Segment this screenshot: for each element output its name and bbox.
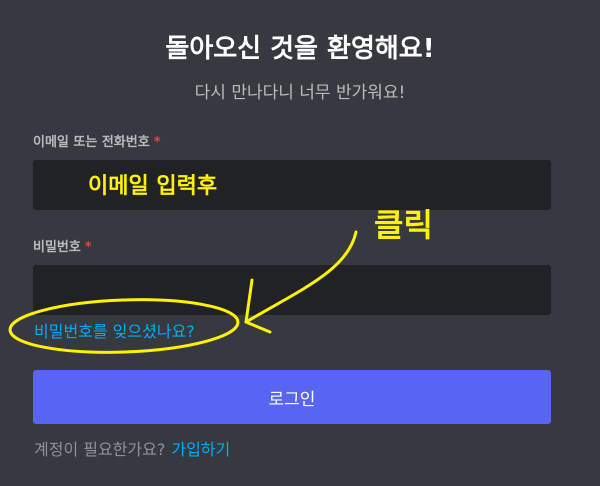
annotation-click-note: 클릭 xyxy=(374,206,433,244)
email-label: 이메일 또는 전화번호 * xyxy=(33,131,161,150)
email-label-text: 이메일 또는 전화번호 xyxy=(33,135,150,150)
register-prompt: 계정이 필요한가요? 가입하기 xyxy=(34,436,230,460)
required-mark: * xyxy=(153,135,161,150)
forgot-password-link[interactable]: 비밀번호를 잊으셨나요? xyxy=(34,318,195,342)
page-subtitle: 다시 만나다니 너무 반가워요! xyxy=(194,83,406,103)
register-prompt-text: 계정이 필요한가요? xyxy=(34,440,166,459)
required-mark: * xyxy=(84,240,92,255)
password-label-text: 비밀번호 xyxy=(33,240,81,255)
password-label: 비밀번호 * xyxy=(33,236,92,255)
password-input[interactable] xyxy=(33,265,551,315)
annotation-email-note: 이메일 입력후 xyxy=(88,174,218,199)
page-title: 돌아오신 것을 환영해요! xyxy=(165,34,435,64)
login-button[interactable]: 로그인 xyxy=(33,370,551,424)
register-link[interactable]: 가입하기 xyxy=(171,440,230,459)
